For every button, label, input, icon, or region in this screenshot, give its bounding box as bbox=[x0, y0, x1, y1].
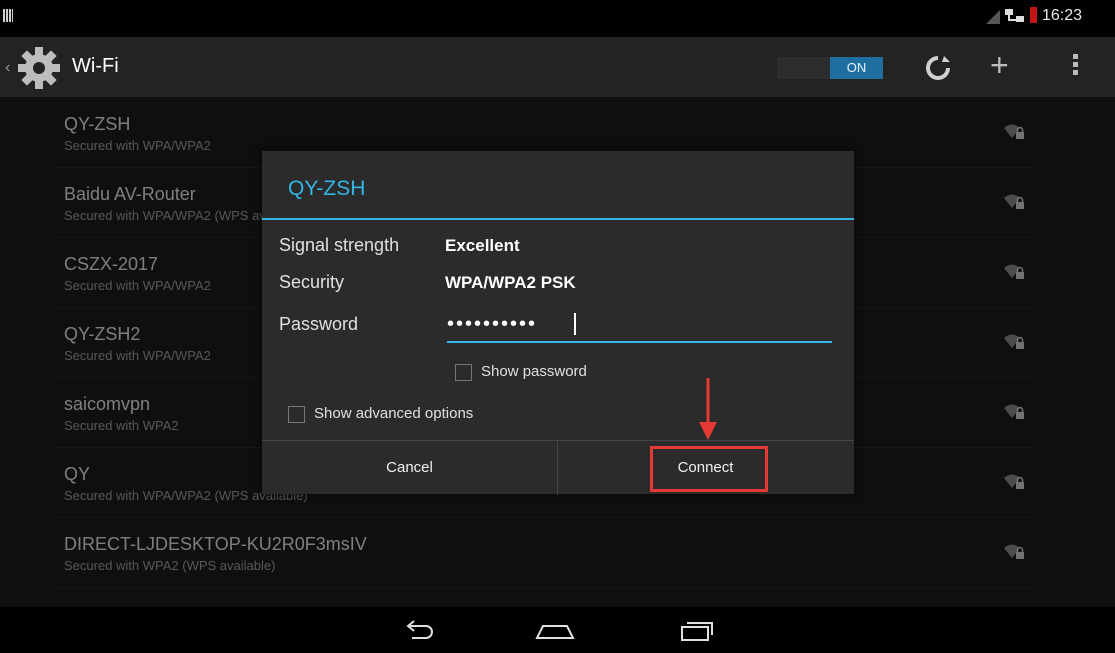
wifi-toggle[interactable]: ON bbox=[777, 57, 883, 79]
battery-icon bbox=[1030, 7, 1037, 23]
show-advanced-checkbox[interactable]: Show advanced options bbox=[288, 405, 538, 425]
security-value: WPA/WPA2 PSK bbox=[445, 273, 576, 292]
up-caret-icon[interactable]: ‹ bbox=[5, 59, 10, 77]
password-input[interactable]: •••••••••• bbox=[447, 311, 832, 343]
show-password-label: Show password bbox=[481, 363, 587, 380]
back-nav-icon[interactable] bbox=[400, 615, 440, 645]
text-cursor bbox=[574, 313, 576, 335]
notification-icon bbox=[3, 9, 13, 22]
security-label: Security bbox=[279, 272, 345, 292]
recents-nav-icon[interactable] bbox=[678, 615, 718, 645]
annotation-arrow bbox=[699, 378, 717, 440]
page-title: Wi-Fi bbox=[72, 55, 119, 77]
signal-strength-value: Excellent bbox=[445, 236, 520, 255]
signal-strength-label: Signal strength bbox=[279, 235, 400, 255]
status-bar: 16:23 bbox=[0, 0, 1115, 37]
checkbox-box[interactable] bbox=[288, 406, 305, 423]
connect-highlight-box bbox=[650, 446, 768, 492]
password-label: Password bbox=[279, 314, 359, 334]
show-password-checkbox[interactable]: Show password bbox=[455, 363, 655, 383]
add-network-icon[interactable]: + bbox=[990, 49, 1009, 81]
wps-icon[interactable] bbox=[922, 52, 954, 84]
checkbox-box[interactable] bbox=[455, 364, 472, 381]
clock: 16:23 bbox=[1042, 7, 1083, 24]
action-bar: ‹ Wi-Fi ON + bbox=[0, 37, 1115, 97]
cancel-button[interactable]: Cancel bbox=[262, 441, 557, 495]
toggle-on-label: ON bbox=[830, 57, 883, 79]
signal-icon bbox=[986, 10, 1000, 24]
navigation-bar bbox=[0, 607, 1115, 653]
dialog-title: QY-ZSH bbox=[288, 177, 366, 200]
password-mask: •••••••••• bbox=[447, 313, 538, 335]
dialog-title-divider bbox=[262, 218, 854, 220]
wifi-connect-dialog: QY-ZSH Signal strength Excellent Securit… bbox=[262, 151, 854, 495]
network-icon bbox=[1004, 8, 1026, 24]
gear-icon[interactable] bbox=[16, 45, 62, 91]
android-screen: 16:23 ‹ Wi-Fi ON + QY-ZSH Secured with W… bbox=[0, 0, 1115, 653]
show-advanced-label: Show advanced options bbox=[314, 405, 474, 422]
home-nav-icon[interactable] bbox=[533, 615, 575, 645]
overflow-menu-icon[interactable] bbox=[1070, 51, 1080, 85]
